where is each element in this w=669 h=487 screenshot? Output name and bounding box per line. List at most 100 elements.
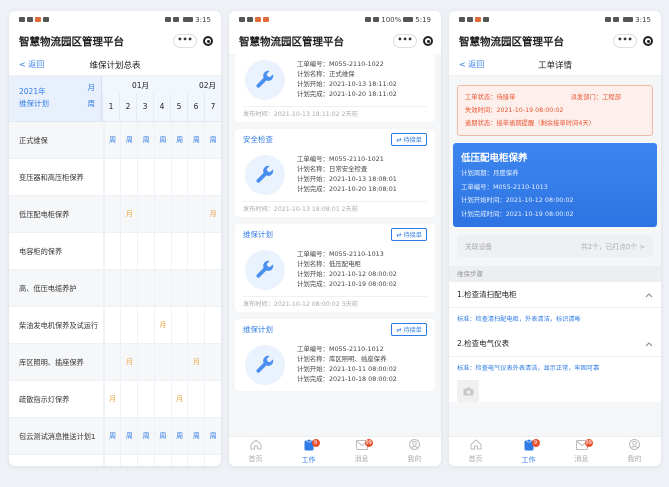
order-finish: 计划完成：2021-10-18 08:00:02 (297, 374, 397, 383)
tab-item[interactable]: 我的 (608, 437, 661, 466)
schedule-cell (103, 196, 121, 232)
day-label: 1 (102, 93, 119, 121)
schedule-cell (137, 381, 154, 417)
more-button[interactable]: ••• (613, 34, 637, 48)
step-header[interactable]: 1.检查清扫配电柜 (449, 282, 661, 308)
schedule-cell: 周 (153, 122, 171, 158)
schedule-row[interactable]: 库区照明、插座保养月月 (9, 344, 221, 381)
add-photo-button[interactable] (457, 380, 479, 402)
schedule-cell (204, 270, 221, 306)
order-status-badge[interactable]: ⇄ 待接单 (391, 227, 427, 241)
app-title: 智慧物流园区管理平台 (19, 35, 124, 48)
schedule-cell: 周 (204, 455, 221, 466)
order-start: 计划开始：2021-10-11 08:00:02 (297, 365, 397, 373)
order-card[interactable]: 工单编号：M055-2110-1022 计划名称：正式维保 计划开始：2021-10… (235, 54, 435, 122)
schedule-cell (153, 159, 171, 195)
order-status-badge[interactable]: ⇄ 待接单 (391, 132, 427, 146)
signal-icons (239, 17, 269, 22)
related-devices-row[interactable]: 关联设备 共2个，已打点0个 > (457, 235, 653, 257)
phone-detail: 3:15 智慧物流园区管理平台 ••• < 返回 工单详情 工单状态：待接单 派… (449, 11, 661, 466)
schedule-cell (187, 233, 204, 269)
order-published: 发布时间：2021-10-13 18:08:01 2天前 (243, 201, 427, 217)
tab-label: 消息 (574, 454, 589, 463)
schedule-cell: 月 (170, 381, 188, 417)
order-card-header: 安全检查 ⇄ 待接单 (243, 129, 427, 149)
schedule-cell: 周 (187, 455, 204, 466)
close-target-icon[interactable] (643, 36, 653, 46)
tab-badge: 99 (364, 439, 373, 447)
wrench-icon (245, 345, 285, 385)
profile-icon (629, 439, 640, 454)
order-finish: 计划完成：2021-10-20 18:11:02 (297, 89, 397, 98)
schedule-table: 2021年 维保计划 月 周 01月 02月 1 2 3 4 5 6 7 正式维… (9, 76, 221, 466)
signal-icons (19, 17, 49, 22)
schedule-row[interactable]: 包云测试消息推送2周周周周周周周 (9, 455, 221, 466)
tab-bar: 首页 工作 9 消息 99 我的 (449, 436, 661, 466)
step-header[interactable]: 2.检查电气仪表 (449, 331, 661, 357)
order-card-body: 工单编号：M055-2110-1012 计划名称：库区照明、插座保养 计划开始：20… (243, 339, 427, 391)
more-button[interactable]: ••• (173, 34, 197, 48)
tab-label: 首页 (248, 455, 263, 463)
app-title: 智慧物流园区管理平台 (459, 35, 564, 48)
tab-item[interactable]: 我的 (388, 437, 441, 466)
more-button[interactable]: ••• (393, 34, 417, 48)
day-label: 3 (136, 93, 153, 121)
schedule-cell (170, 344, 188, 380)
schedule-row-name: 柴油发电机保养及试运行 (9, 307, 104, 343)
schedule-row[interactable]: 正式维保周周周周周周周 (9, 122, 221, 159)
status-right: 100% 5:19 (365, 16, 431, 24)
tab-item[interactable]: 首页 (449, 437, 502, 466)
day-label: 6 (187, 93, 204, 121)
date-header: 01月 02月 1 2 3 4 5 6 7 (102, 76, 221, 121)
tab-item[interactable]: 工作 9 (502, 437, 555, 466)
order-finish: 计划完成：2021-10-19 08:00:02 (297, 279, 397, 288)
close-target-icon[interactable] (203, 36, 213, 46)
plan-cycle: 计划周期：月度保养 (461, 169, 519, 177)
back-button[interactable]: < 返回 (449, 59, 484, 70)
app-header: 智慧物流园区管理平台 ••• (229, 28, 441, 54)
order-card[interactable]: 维保计划 ⇄ 待接单 工单编号：M055-2110-1013 计划名称：低压配电柜 计划… (235, 224, 435, 312)
order-card[interactable]: 安全检查 ⇄ 待接单工单编号：M055-2110-1021 计划名称：日常安全检查计… (235, 129, 435, 217)
schedule-cell (204, 344, 221, 380)
schedule-cell (120, 270, 137, 306)
schedule-row[interactable]: 疏散指示灯保养月月 (9, 381, 221, 418)
tab-item[interactable]: 工作 9 (282, 437, 335, 466)
step-item: 1.检查清扫配电柜 标准：检查清扫配电柜，外表清洁，标识清晰 (449, 282, 661, 331)
camera-icon (463, 387, 473, 395)
mini-capsule: ••• (613, 34, 653, 48)
status-bar: 100% 5:19 (229, 11, 441, 28)
order-card[interactable]: 维保计划 ⇄ 待接单 工单编号：M055-2110-1012 计划名称：库区照明、插座… (235, 319, 435, 391)
schedule-cell (187, 270, 204, 306)
back-label: 返回 (468, 60, 485, 69)
day-label: 4 (153, 93, 170, 121)
order-info: 工单编号：M055-2110-1012 计划名称：库区照明、插座保养 计划开始：20… (297, 345, 397, 384)
order-no: 工单编号：M055-2110-1021 (297, 155, 384, 164)
tab-item[interactable]: 消息 99 (555, 437, 608, 466)
schedule-row[interactable]: 低压配电柜保养月月 (9, 196, 221, 233)
order-status-badge[interactable]: ⇄ 待接单 (391, 322, 427, 336)
status-time: 3:15 (635, 15, 651, 24)
schedule-row[interactable]: 包云测试消息推送计划1 周周周周周周周 (9, 418, 221, 455)
plan-card: 低压配电柜保养 计划周期：月度保养 工单编号：M055-2110-1013 计划… (453, 143, 657, 227)
schedule-row-name: 包云测试消息推送2 (9, 455, 104, 466)
schedule-cell (170, 196, 188, 232)
order-card-body: 工单编号：M055-2110-1021 计划名称：日常安全检查 计划开始：2021-… (243, 149, 427, 201)
day-label: 5 (170, 93, 187, 121)
schedule-cell: 周 (103, 455, 121, 466)
schedule-row[interactable]: 电容柜的保养 (9, 233, 221, 270)
schedule-row[interactable]: 高、低压电缆养护 (9, 270, 221, 307)
order-finish: 计划完成：2021-10-20 18:08:01 (297, 184, 397, 193)
back-button[interactable]: < 返回 (9, 59, 44, 70)
schedule-cell (153, 196, 171, 232)
schedule-row[interactable]: 柴油发电机保养及试运行 月 (9, 307, 221, 344)
schedule-row-name: 正式维保 (9, 122, 104, 158)
week-col-label: 周 (87, 99, 96, 108)
tab-item[interactable]: 首页 (229, 437, 282, 466)
schedule-cell (120, 233, 137, 269)
order-list: 工单编号：M055-2110-1022 计划名称：正式维保 计划开始：2021-10… (229, 54, 441, 436)
schedule-row[interactable]: 变压器和高压柜保养 (9, 159, 221, 196)
schedule-cell (137, 344, 154, 380)
close-target-icon[interactable] (423, 36, 433, 46)
tab-item[interactable]: 消息 99 (335, 437, 388, 466)
order-info: 工单编号：M055-2110-1021 计划名称：日常安全检查 计划开始：2021-… (297, 155, 397, 194)
